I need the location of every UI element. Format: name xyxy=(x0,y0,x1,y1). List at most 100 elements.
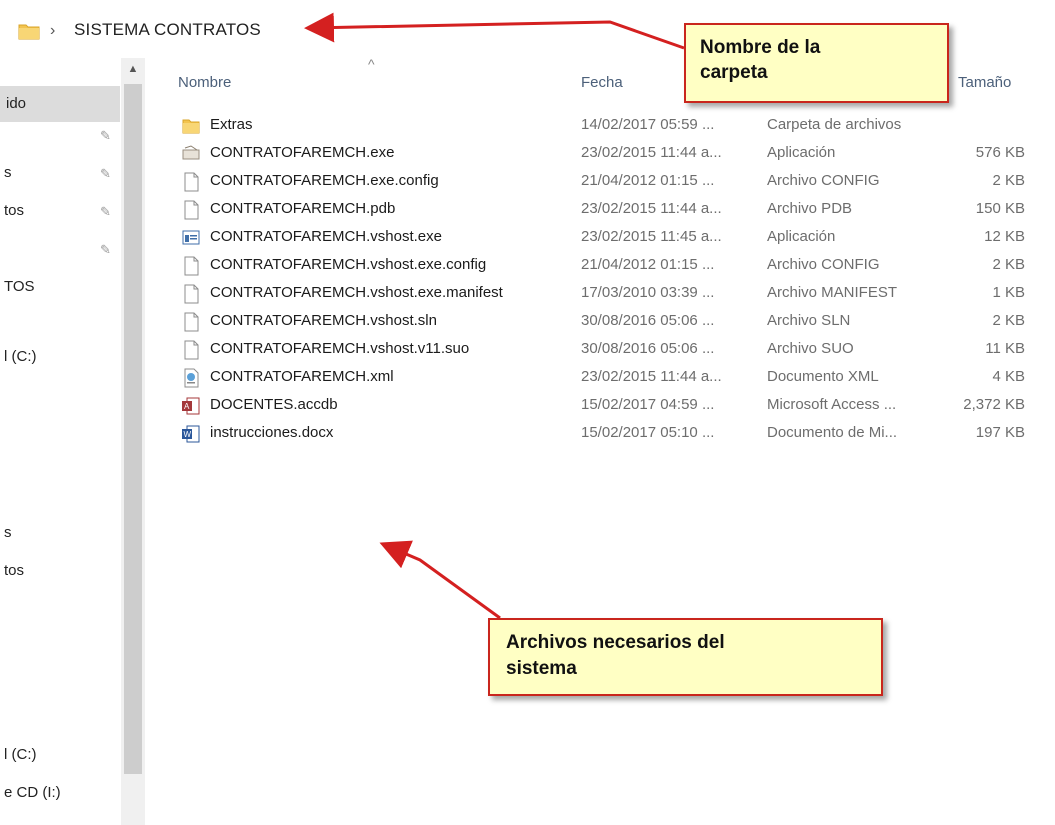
file-size: 12 KB xyxy=(984,228,1025,245)
file-date: 15/02/2017 04:59 ... xyxy=(581,396,715,413)
scroll-thumb[interactable] xyxy=(124,84,142,774)
nav-item-quick-access[interactable]: ido xyxy=(0,86,120,122)
file-icon xyxy=(184,284,199,304)
file-name: CONTRATOFAREMCH.exe xyxy=(210,144,395,161)
scroll-up-icon[interactable]: ▲ xyxy=(121,58,145,80)
xml-icon xyxy=(184,368,199,388)
folder-icon xyxy=(182,119,200,134)
file-size: 2,372 KB xyxy=(963,396,1025,413)
file-date: 23/02/2015 11:44 a... xyxy=(581,200,722,217)
file-date: 30/08/2016 05:06 ... xyxy=(581,312,715,329)
window-app-icon xyxy=(182,230,200,245)
file-list: ^ Nombre Fecha Tamaño Extras 14/02/2017 0… xyxy=(148,56,1055,825)
file-icon xyxy=(184,172,199,192)
nav-item[interactable]: l (C:) xyxy=(4,746,37,763)
pin-icon: ✎ xyxy=(100,166,111,181)
file-size: 11 KB xyxy=(985,340,1025,357)
file-type: Archivo SUO xyxy=(767,340,854,357)
file-row[interactable]: CONTRATOFAREMCH.xml 23/02/2015 11:44 a...… xyxy=(148,363,1055,391)
file-type: Aplicación xyxy=(767,228,836,245)
nav-item[interactable]: TOS xyxy=(4,278,35,295)
breadcrumb-separator: › xyxy=(50,22,56,39)
file-date: 23/02/2015 11:44 a... xyxy=(581,368,722,385)
file-row[interactable]: CONTRATOFAREMCH.vshost.exe 23/02/2015 11:… xyxy=(148,223,1055,251)
file-date: 14/02/2017 05:59 ... xyxy=(581,116,715,133)
word-icon: W xyxy=(182,425,200,443)
file-type: Archivo MANIFEST xyxy=(767,284,898,301)
nav-item[interactable]: tos xyxy=(4,202,24,219)
file-row[interactable]: A DOCENTES.accdb 15/02/2017 04:59 ... Micro… xyxy=(148,391,1055,419)
file-type: Microsoft Access ... xyxy=(767,396,897,413)
file-date: 21/04/2012 01:15 ... xyxy=(581,172,715,189)
file-date: 15/02/2017 05:10 ... xyxy=(581,424,715,441)
app-icon xyxy=(182,145,200,160)
file-date: 30/08/2016 05:06 ... xyxy=(581,340,715,357)
file-date: 17/03/2010 03:39 ... xyxy=(581,284,715,301)
file-row[interactable]: CONTRATOFAREMCH.vshost.exe.manifest 17/03… xyxy=(148,279,1055,307)
file-name: CONTRATOFAREMCH.vshost.exe.config xyxy=(210,256,487,273)
file-name: CONTRATOFAREMCH.pdb xyxy=(210,200,396,217)
file-icon xyxy=(184,200,199,220)
file-icon xyxy=(184,256,199,276)
file-row[interactable]: Winstrucciones.docx 15/02/2017 05:10 ... D… xyxy=(148,419,1055,447)
file-name: DOCENTES.accdb xyxy=(210,396,338,413)
file-row[interactable]: CONTRATOFAREMCH.vshost.v11.suo 30/08/2016… xyxy=(148,335,1055,363)
file-size: 1 KB xyxy=(992,284,1025,301)
file-row[interactable]: CONTRATOFAREMCH.pdb 23/02/2015 11:44 a...… xyxy=(148,195,1055,223)
file-row[interactable]: CONTRATOFAREMCH.exe.config 21/04/2012 01:… xyxy=(148,167,1055,195)
column-header-size[interactable]: Tamaño xyxy=(958,74,1011,91)
file-name: CONTRATOFAREMCH.vshost.exe xyxy=(210,228,442,245)
callout-line: Archivos necesarios del xyxy=(506,632,725,653)
svg-text:A: A xyxy=(184,402,190,411)
file-icon xyxy=(184,312,199,332)
column-header-date[interactable]: Fecha xyxy=(581,74,623,91)
file-name: CONTRATOFAREMCH.vshost.sln xyxy=(210,312,437,329)
sort-ascending-icon: ^ xyxy=(368,56,375,72)
file-name: CONTRATOFAREMCH.vshost.v11.suo xyxy=(210,340,470,357)
file-type: Archivo PDB xyxy=(767,200,853,217)
nav-item[interactable]: s xyxy=(4,164,12,181)
file-size: 197 KB xyxy=(975,424,1025,441)
nav-item[interactable]: tos xyxy=(4,562,24,579)
file-size: 2 KB xyxy=(992,312,1025,329)
file-type: Archivo CONFIG xyxy=(767,172,880,189)
file-row[interactable]: Extras 14/02/2017 05:59 ... Carpeta de arc… xyxy=(148,111,1055,139)
folder-icon xyxy=(18,24,40,40)
file-name: CONTRATOFAREMCH.xml xyxy=(210,368,394,385)
pin-icon: ✎ xyxy=(100,242,111,257)
file-name: CONTRATOFAREMCH.vshost.exe.manifest xyxy=(210,284,503,301)
column-header-name[interactable]: Nombre xyxy=(178,74,231,91)
callout-line: Nombre de la xyxy=(700,37,821,58)
callout-line: carpeta xyxy=(700,62,768,83)
file-date: 21/04/2012 01:15 ... xyxy=(581,256,715,273)
file-row[interactable]: CONTRATOFAREMCH.vshost.sln 30/08/2016 05:… xyxy=(148,307,1055,335)
file-type: Documento de Mi... xyxy=(767,424,898,441)
file-size: 150 KB xyxy=(975,200,1025,217)
file-row[interactable]: CONTRATOFAREMCH.vshost.exe.config 21/04/2… xyxy=(148,251,1055,279)
file-type: Aplicación xyxy=(767,144,836,161)
file-date: 23/02/2015 11:45 a... xyxy=(581,228,722,245)
file-type: Carpeta de archivos xyxy=(767,116,902,133)
file-size: 2 KB xyxy=(992,256,1025,273)
file-name: Extras xyxy=(210,116,253,133)
file-type: Archivo SLN xyxy=(767,312,851,329)
file-date: 23/02/2015 11:44 a... xyxy=(581,144,722,161)
callout-line: sistema xyxy=(506,658,577,679)
nav-item[interactable]: e CD (I:) xyxy=(4,784,61,801)
file-type: Documento XML xyxy=(767,368,879,385)
callout-required-files: Archivos necesarios del sistema xyxy=(488,618,883,696)
access-icon: A xyxy=(182,397,200,415)
nav-item[interactable]: l (C:) xyxy=(4,348,37,365)
breadcrumb-current-folder[interactable]: SISTEMA CONTRATOS xyxy=(74,20,261,40)
pin-icon: ✎ xyxy=(100,128,111,143)
file-size: 2 KB xyxy=(992,172,1025,189)
nav-scrollbar[interactable]: ▲ xyxy=(121,58,145,825)
file-size: 576 KB xyxy=(975,144,1025,161)
nav-item[interactable]: s xyxy=(4,524,12,541)
file-type: Archivo CONFIG xyxy=(767,256,880,273)
file-name: CONTRATOFAREMCH.exe.config xyxy=(210,172,439,189)
file-icon xyxy=(184,340,199,360)
callout-folder-name: Nombre de la carpeta xyxy=(684,23,949,103)
file-size: 4 KB xyxy=(992,368,1025,385)
file-row[interactable]: CONTRATOFAREMCH.exe 23/02/2015 11:44 a...… xyxy=(148,139,1055,167)
